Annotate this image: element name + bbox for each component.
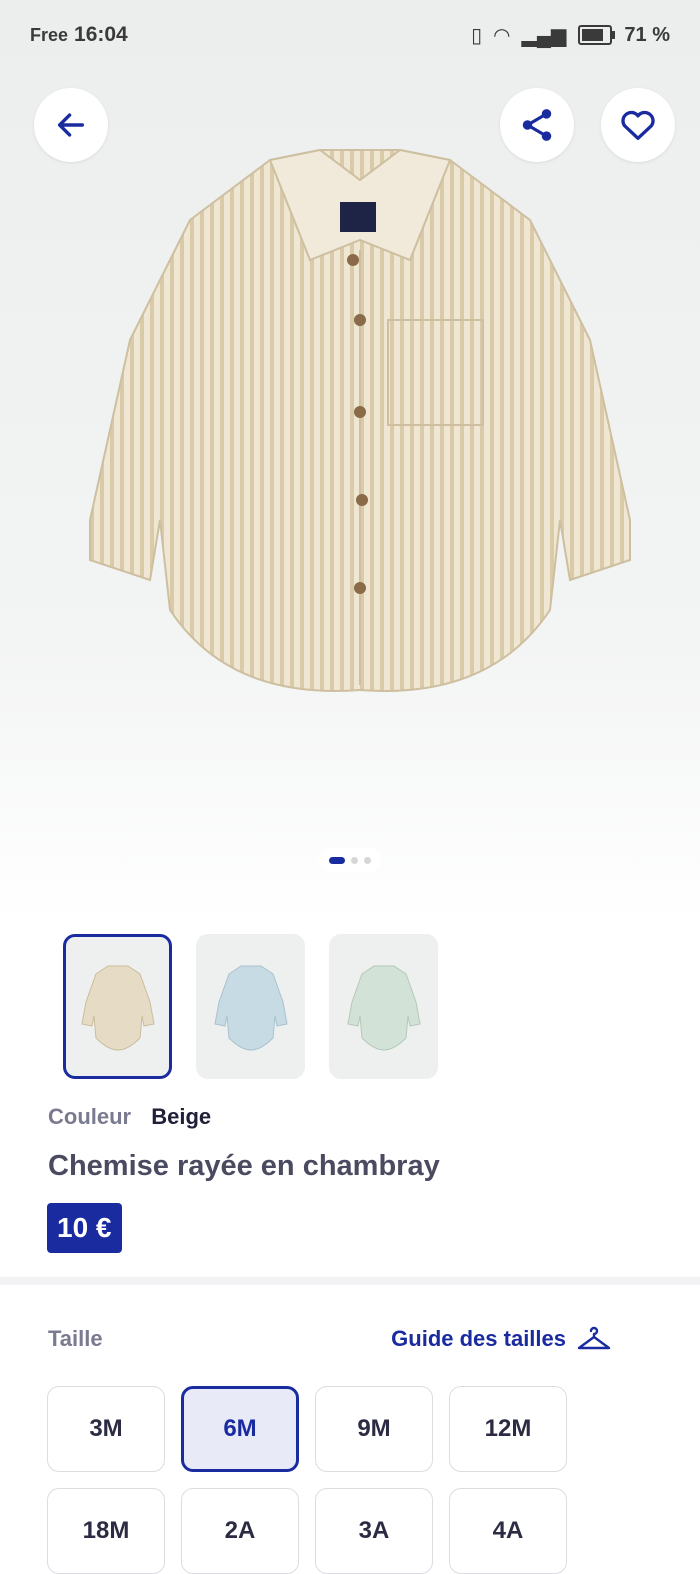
shirt-thumbnail-image — [80, 965, 155, 1051]
favorite-button[interactable] — [601, 88, 675, 162]
product-image — [89, 148, 631, 692]
share-icon — [522, 109, 552, 141]
battery-icon — [578, 25, 616, 45]
size-option-3a[interactable]: 3A — [315, 1488, 433, 1574]
color-thumbnail-beige[interactable] — [63, 934, 172, 1079]
carrier-name: Free — [30, 25, 69, 45]
size-option-6m[interactable]: 6M — [181, 1386, 299, 1472]
status-bar: Free 16:04 ▯ ◠ ▂▄▆ 71 % — [0, 0, 700, 70]
product-image-gallery[interactable] — [0, 0, 700, 920]
signal-icon: ▂▄▆ — [521, 24, 567, 47]
shirt-swatch — [346, 965, 421, 1051]
gallery-pagination — [319, 848, 381, 872]
pagination-dot — [351, 856, 358, 864]
size-option-18m[interactable]: 18M — [47, 1488, 165, 1574]
size-options: 3M 6M 9M 12M 18M 2A 3A 4A — [47, 1386, 607, 1574]
size-option-9m[interactable]: 9M — [315, 1386, 433, 1472]
section-divider — [0, 1277, 700, 1285]
color-label: Couleur — [48, 1104, 132, 1129]
color-thumbnail-green[interactable] — [329, 934, 438, 1079]
size-option-12m[interactable]: 12M — [449, 1386, 567, 1472]
color-row: Couleur Beige — [48, 1104, 211, 1130]
size-option-3m[interactable]: 3M — [47, 1386, 165, 1472]
heart-icon — [621, 110, 655, 140]
share-button[interactable] — [500, 88, 574, 162]
pagination-dot — [364, 856, 371, 864]
size-option-2a[interactable]: 2A — [181, 1488, 299, 1574]
color-value: Beige — [151, 1104, 212, 1129]
vibrate-icon: ▯ — [471, 24, 483, 47]
back-button[interactable] — [34, 88, 108, 162]
size-option-4a[interactable]: 4A — [449, 1488, 567, 1574]
product-title: Chemise rayée en chambray — [48, 1150, 440, 1182]
shirt-thumbnail-image — [346, 965, 421, 1051]
shirt-thumbnail-image — [213, 965, 288, 1051]
hanger-icon — [577, 1326, 611, 1350]
battery-percent: 71 % — [624, 23, 670, 46]
shirt-swatch — [213, 965, 288, 1051]
pagination-dot-active — [329, 856, 345, 864]
wifi-icon: ◠ — [494, 24, 510, 47]
color-thumbnail-blue[interactable] — [196, 934, 305, 1079]
color-variants — [63, 934, 438, 1079]
arrow-left-icon — [57, 113, 85, 137]
price-badge: 10 € — [47, 1203, 122, 1253]
shirt-swatch — [80, 965, 155, 1051]
size-label: Taille — [48, 1326, 103, 1351]
size-guide-label: Guide des tailles — [391, 1326, 566, 1351]
size-guide-link[interactable]: Guide des tailles — [391, 1324, 612, 1354]
clock: 16:04 — [74, 23, 128, 46]
